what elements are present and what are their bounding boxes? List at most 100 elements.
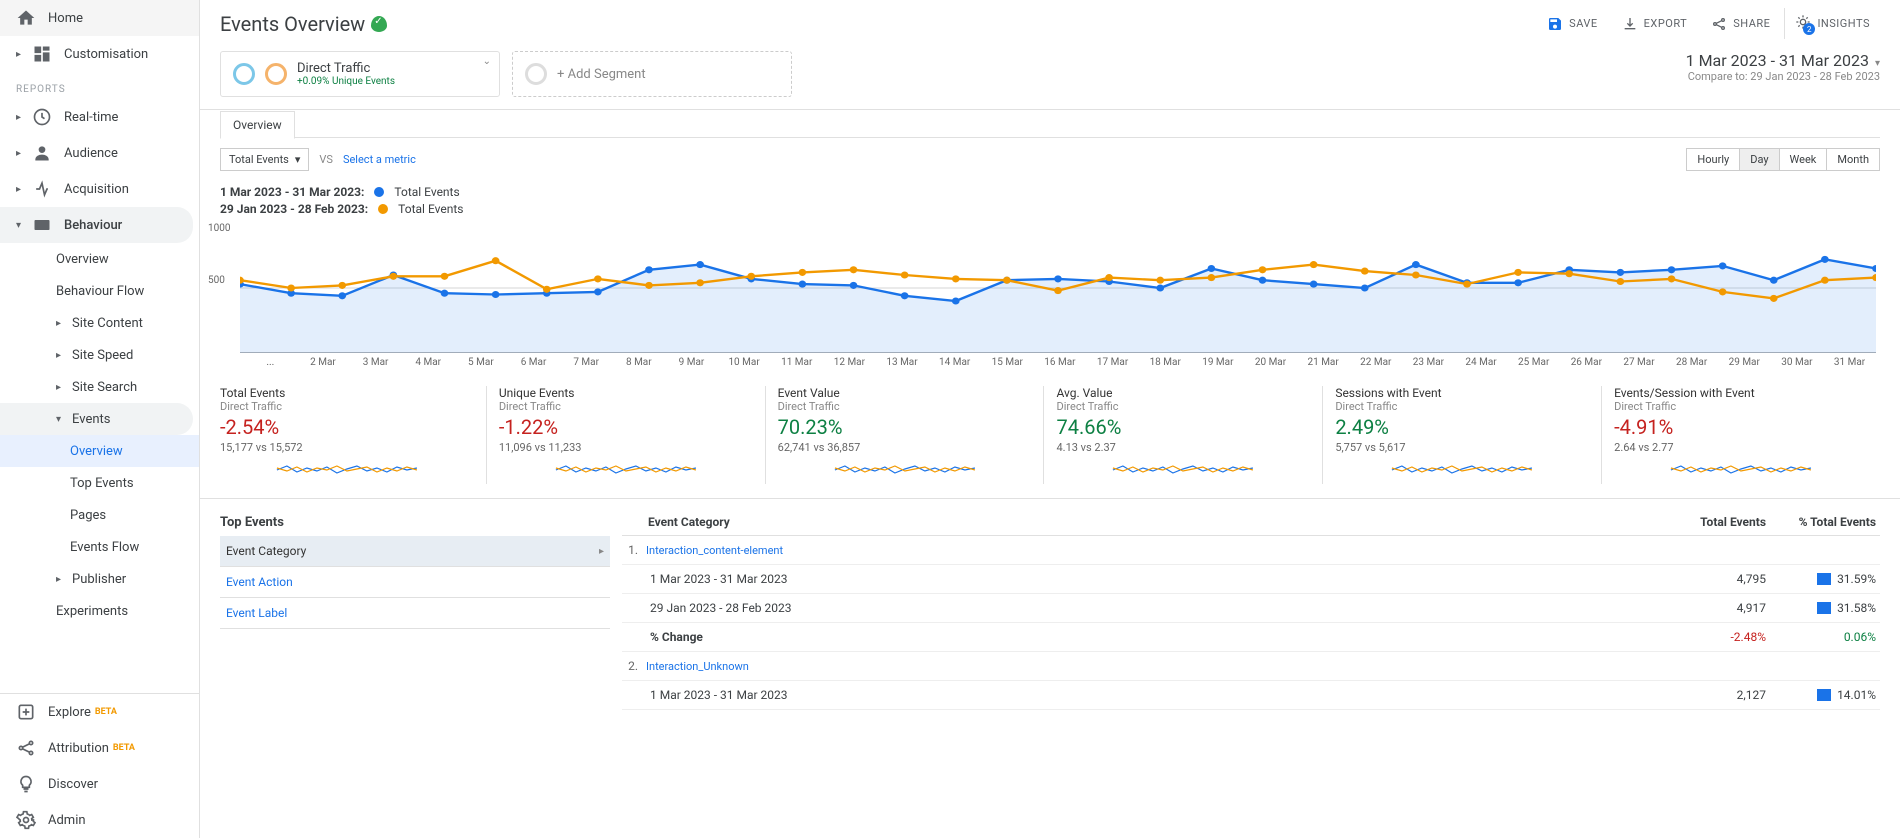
caret-down-icon: ▾ [56, 414, 68, 425]
sidebar-explore[interactable]: ExploreBETA [0, 694, 199, 730]
metric-vs: 11,096 vs 11,233 [499, 441, 753, 454]
sidebar-bh-overview[interactable]: Overview [0, 243, 199, 275]
metric-vs: 4.13 vs 2.37 [1056, 441, 1310, 454]
granularity-week[interactable]: Week [1779, 148, 1828, 171]
granularity-month[interactable]: Month [1826, 148, 1880, 171]
page-header: Events Overview SAVE EXPORT SHARE INSIGH… [200, 0, 1900, 39]
export-button[interactable]: EXPORT [1612, 8, 1698, 39]
metric-title: Total Events [220, 386, 474, 400]
sidebar-customisation[interactable]: ▸ Customisation [0, 36, 199, 72]
vs-label: VS [319, 153, 333, 166]
sidebar-ev-top[interactable]: Top Events [0, 467, 199, 499]
sidebar-behaviour[interactable]: ▾ Behaviour [0, 207, 193, 243]
main: Events Overview SAVE EXPORT SHARE INSIGH… [200, 0, 1900, 838]
donut-icon [233, 63, 255, 85]
caret-icon: ▸ [56, 318, 68, 329]
segment-name: Direct Traffic [297, 61, 395, 76]
segment-card[interactable]: Direct Traffic +0.09% Unique Events ⌄ [220, 51, 500, 97]
sidebar-bh-sitecontent[interactable]: ▸Site Content [0, 307, 199, 339]
chevron-down-icon: ▾ [1875, 58, 1880, 69]
main-chart: 1000 500 ...2 Mar3 Mar4 Mar5 Mar6 Mar7 M… [200, 223, 1900, 378]
dim-event-action[interactable]: Event Action [220, 567, 610, 598]
share-button[interactable]: SHARE [1701, 8, 1780, 39]
verified-icon [371, 16, 387, 32]
gear-icon [16, 810, 36, 830]
granularity-hourly[interactable]: Hourly [1686, 148, 1740, 171]
table-row: 1 Mar 2023 - 31 Mar 20234,79531.59% [622, 565, 1880, 594]
sidebar-admin[interactable]: Admin [0, 802, 199, 838]
metric-card[interactable]: Avg. ValueDirect Traffic74.66%4.13 vs 2.… [1044, 386, 1323, 484]
person-icon [32, 143, 52, 163]
metric-card[interactable]: Unique EventsDirect Traffic-1.22%11,096 … [487, 386, 766, 484]
sidebar-bh-sitespeed[interactable]: ▸Site Speed [0, 339, 199, 371]
caret-icon: ▸ [56, 350, 68, 361]
sidebar-bh-publisher[interactable]: ▸Publisher [0, 563, 199, 595]
sidebar-label: Acquisition [64, 182, 129, 197]
dim-event-category[interactable]: Event Category▸ [220, 536, 610, 567]
sidebar-discover[interactable]: Discover [0, 766, 199, 802]
sidebar-bh-events[interactable]: ▾Events [0, 403, 193, 435]
sidebar-ev-overview[interactable]: Overview [0, 435, 199, 467]
sidebar-label: Audience [64, 146, 118, 161]
acquisition-icon [32, 179, 52, 199]
sidebar-realtime[interactable]: ▸ Real-time [0, 99, 199, 135]
metric-card[interactable]: Events/Session with EventDirect Traffic -… [1602, 386, 1880, 484]
chevron-down-icon[interactable]: ⌄ [483, 56, 491, 67]
donut-icon [525, 63, 547, 85]
sidebar-ev-flow[interactable]: Events Flow [0, 531, 199, 563]
event-category-link[interactable]: Interaction_Unknown [646, 660, 1656, 673]
metric-dropdown[interactable]: Total Events ▾ [220, 148, 309, 171]
save-button[interactable]: SAVE [1537, 8, 1608, 39]
metric-title: Events/Session with Event [1614, 386, 1868, 400]
table-row: % Change-2.48%0.06% [622, 623, 1880, 652]
sidebar-bh-sitesearch[interactable]: ▸Site Search [0, 371, 199, 403]
metric-value: 2.49% [1335, 415, 1589, 439]
caret-icon: ▸ [16, 148, 28, 159]
legend-dot-blue [374, 187, 384, 197]
page-title: Events Overview [220, 12, 387, 36]
metric-sub: Direct Traffic [1335, 400, 1589, 413]
caret-down-icon: ▾ [16, 220, 28, 231]
dim-event-label[interactable]: Event Label [220, 598, 610, 629]
metric-title: Avg. Value [1056, 386, 1310, 400]
bulb-icon [16, 774, 36, 794]
sidebar-audience[interactable]: ▸ Audience [0, 135, 199, 171]
metric-card[interactable]: Sessions with EventDirect Traffic2.49%5,… [1323, 386, 1602, 484]
select-metric-link[interactable]: Select a metric [343, 153, 416, 166]
beta-badge: BETA [113, 743, 135, 753]
sidebar-attribution[interactable]: AttributionBETA [0, 730, 199, 766]
table-row: 1 Mar 2023 - 31 Mar 20232,12714.01% [622, 681, 1880, 710]
sidebar-home[interactable]: Home [0, 0, 199, 36]
sidebar-label: Discover [48, 777, 98, 792]
segment-delta: +0.09% Unique Events [297, 76, 395, 87]
table-row[interactable]: 2.Interaction_Unknown [622, 652, 1880, 681]
event-category-link[interactable]: Interaction_content-element [646, 544, 1656, 557]
tab-overview[interactable]: Overview [220, 111, 295, 139]
add-segment-button[interactable]: + Add Segment [512, 51, 792, 97]
home-icon [16, 8, 36, 28]
metric-value: -4.91% [1614, 415, 1868, 439]
ytick: 500 [208, 275, 225, 286]
sidebar: Home ▸ Customisation REPORTS ▸ Real-time… [0, 0, 200, 838]
sidebar-acquisition[interactable]: ▸ Acquisition [0, 171, 199, 207]
sidebar-bh-flow[interactable]: Behaviour Flow [0, 275, 199, 307]
date-range-picker[interactable]: 1 Mar 2023 - 31 Mar 2023▾ Compare to: 29… [1686, 51, 1880, 83]
metric-card[interactable]: Total EventsDirect Traffic-2.54%15,177 v… [220, 386, 487, 484]
legend-dot-orange [378, 204, 388, 214]
metric-vs: 2.64 vs 2.77 [1614, 441, 1868, 454]
table-header: Event Category Total Events % Total Even… [622, 509, 1880, 536]
caret-icon: ▸ [56, 574, 68, 585]
table-row[interactable]: 1.Interaction_content-element [622, 536, 1880, 565]
granularity-day[interactable]: Day [1739, 148, 1779, 171]
sidebar-ev-pages[interactable]: Pages [0, 499, 199, 531]
metric-card[interactable]: Event ValueDirect Traffic70.23%62,741 vs… [766, 386, 1045, 484]
sidebar-label: Home [48, 11, 83, 26]
metric-sub: Direct Traffic [499, 400, 753, 413]
insights-button[interactable]: INSIGHTS [1784, 8, 1880, 39]
metric-sub: Direct Traffic [1056, 400, 1310, 413]
legend-period-2: 29 Jan 2023 - 28 Feb 2023: [220, 202, 368, 216]
metric-sub: Direct Traffic [1614, 400, 1868, 413]
sidebar-bh-experiments[interactable]: Experiments [0, 595, 199, 627]
caret-icon: ▸ [56, 382, 68, 393]
sidebar-label: Admin [48, 813, 86, 828]
